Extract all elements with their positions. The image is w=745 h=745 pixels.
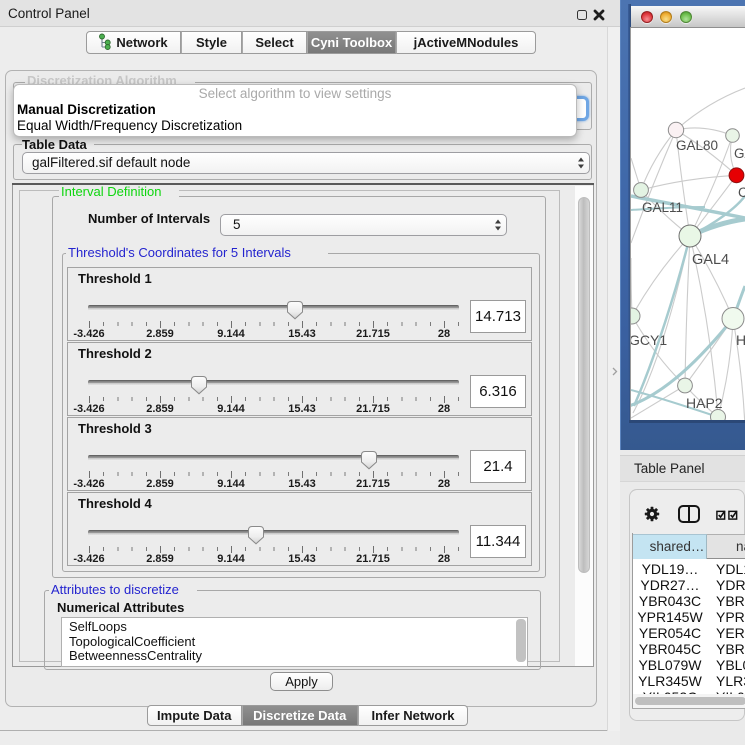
svg-text:C: C: [738, 185, 745, 200]
svg-text:H: H: [736, 332, 745, 348]
svg-text:GAL80: GAL80: [676, 138, 718, 153]
svg-text:GAL11: GAL11: [642, 200, 683, 215]
svg-text:GA: GA: [734, 146, 745, 161]
svg-text:GAL4: GAL4: [692, 252, 729, 268]
svg-text:HAP2: HAP2: [686, 395, 723, 411]
svg-text:GCY1: GCY1: [631, 332, 667, 348]
